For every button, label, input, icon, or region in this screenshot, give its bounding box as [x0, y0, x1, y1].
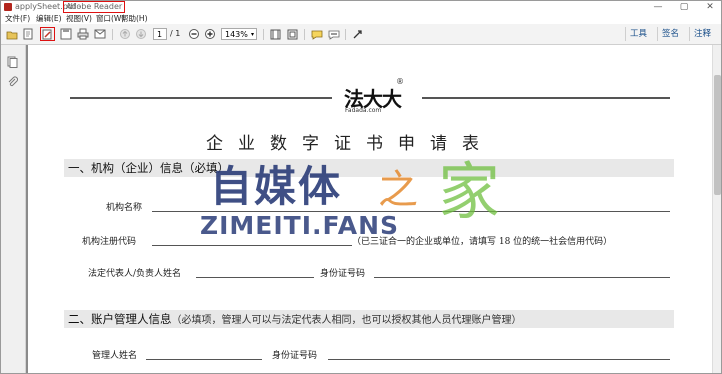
- print-icon[interactable]: [76, 27, 90, 41]
- section-manager-note: （必填项，管理人可以与法定代表人相同，也可以授权其他人员代理账户管理）: [171, 315, 522, 326]
- zoom-out-icon[interactable]: [188, 27, 200, 41]
- open-icon[interactable]: [5, 27, 19, 41]
- company-logo: 法大大 ® Fadada.com: [344, 77, 408, 119]
- manager-id-label: 身份证号码: [272, 351, 318, 361]
- fit-width-icon[interactable]: [269, 27, 282, 41]
- section-account-manager: 二、账户管理人信息（必填项，管理人可以与法定代表人相同，也可以授权其他人员代理账…: [64, 310, 674, 328]
- window-title-app: Adobe Reader: [63, 1, 126, 13]
- prev-page-icon[interactable]: [119, 27, 131, 41]
- legal-rep-id-field[interactable]: [374, 277, 670, 278]
- menu-edit[interactable]: 编辑(E): [36, 14, 62, 24]
- manager-id-field[interactable]: [328, 359, 670, 360]
- legal-rep-field[interactable]: [196, 277, 314, 278]
- next-page-icon[interactable]: [135, 27, 147, 41]
- pages-panel-icon[interactable]: [7, 53, 18, 72]
- page-total: / 1: [170, 29, 181, 38]
- menu-help[interactable]: 帮助(H): [121, 14, 148, 24]
- legal-rep-label: 法定代表人/负责人姓名: [88, 269, 182, 279]
- toolbar-separator: [304, 29, 305, 40]
- title-bar: applySheet.pdf - Adobe Reader — ▢ ✕: [1, 1, 721, 14]
- edit-pdf-icon[interactable]: [40, 27, 55, 41]
- minimize-button[interactable]: —: [647, 1, 669, 13]
- create-icon[interactable]: [21, 27, 35, 41]
- sign-button[interactable]: 签名: [657, 27, 683, 41]
- menu-bar: 文件(F) 编辑(E) 视图(V) 窗口(W) 帮助(H): [1, 14, 721, 24]
- watermark-cn: 自媒体: [210, 162, 343, 211]
- highlight-icon[interactable]: [327, 27, 340, 41]
- scrollbar-thumb[interactable]: [714, 75, 721, 195]
- logo-subtitle: Fadada.com: [345, 107, 382, 114]
- section-manager-title-text: 二、账户管理人信息: [68, 312, 172, 326]
- pdf-app-icon: [4, 3, 12, 11]
- org-code-field[interactable]: [152, 245, 352, 246]
- section-org-title: 一、机构（企业）信息（必填）: [68, 161, 229, 175]
- maximize-button[interactable]: ▢: [673, 1, 695, 13]
- chevron-down-icon: ▾: [250, 31, 254, 38]
- attachment-icon[interactable]: [7, 73, 18, 92]
- watermark-zhi: 之: [378, 167, 418, 213]
- toolbar-separator: [263, 29, 264, 40]
- save-icon[interactable]: [59, 27, 73, 41]
- org-code-label: 机构注册代码: [82, 237, 137, 247]
- watermark-jia: 家: [438, 155, 501, 228]
- page-number-input[interactable]: 1: [153, 28, 167, 40]
- zoom-value: 143%: [225, 30, 248, 39]
- org-name-label: 机构名称: [106, 203, 143, 213]
- manager-name-field[interactable]: [146, 359, 262, 360]
- section-org-info: 一、机构（企业）信息（必填）: [64, 159, 674, 177]
- watermark-en: ZIMEITI.FANS: [200, 211, 400, 240]
- toolbar-separator: [112, 29, 113, 40]
- comment-icon[interactable]: [310, 27, 323, 41]
- zoom-select[interactable]: 143% ▾: [221, 28, 257, 40]
- zoom-in-icon[interactable]: [204, 27, 216, 41]
- tools-button[interactable]: 工具: [625, 27, 651, 41]
- comment-button[interactable]: 注释: [689, 27, 715, 41]
- menu-file[interactable]: 文件(F): [5, 14, 30, 24]
- tools-arrow-icon[interactable]: [351, 27, 364, 41]
- section-manager-title: 二、账户管理人信息（必填项，管理人可以与法定代表人相同，也可以授权其他人员代理账…: [68, 311, 522, 327]
- email-icon[interactable]: [93, 27, 107, 41]
- navigation-pane: [1, 45, 26, 373]
- menu-view[interactable]: 视图(V): [66, 14, 92, 24]
- toolbar-separator: [345, 29, 346, 40]
- legal-rep-id-label: 身份证号码: [320, 269, 366, 279]
- fit-page-icon[interactable]: [286, 27, 299, 41]
- pdf-page: 法大大 ® Fadada.com 企业数字证书申请表 一、机构（企业）信息（必填…: [28, 45, 712, 373]
- logo-registered-mark: ®: [396, 77, 404, 86]
- header-rule-left: [70, 97, 332, 99]
- close-button[interactable]: ✕: [699, 1, 721, 13]
- vertical-scrollbar[interactable]: [712, 45, 721, 373]
- document-view[interactable]: 法大大 ® Fadada.com 企业数字证书申请表 一、机构（企业）信息（必填…: [26, 45, 712, 373]
- app-window: applySheet.pdf - Adobe Reader — ▢ ✕ 文件(F…: [0, 0, 722, 374]
- toolbar: 1 / 1 143% ▾ 工具 签名 注释: [1, 24, 721, 45]
- manager-name-label: 管理人姓名: [92, 351, 138, 361]
- header-rule-right: [422, 97, 670, 99]
